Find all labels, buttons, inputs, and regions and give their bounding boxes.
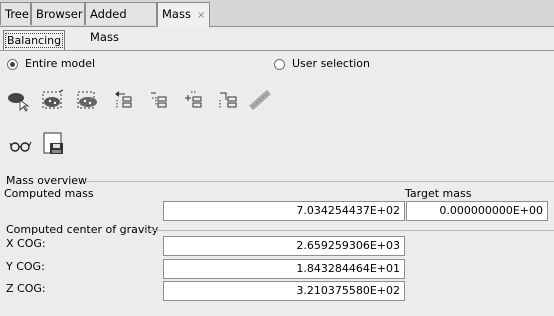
tab-label: Mass bbox=[162, 7, 191, 21]
z-cog-field[interactable]: 3.210375580E+02 bbox=[163, 281, 405, 301]
tab-label: Browser bbox=[36, 7, 83, 21]
tab-balancing[interactable]: Balancing bbox=[3, 30, 66, 51]
target-mass-field[interactable]: 0.000000000E+00 bbox=[406, 201, 548, 221]
cog-title: Computed center of gravity bbox=[6, 223, 159, 236]
user-selection-label: User selection bbox=[292, 57, 371, 70]
computed-mass-label: Computed mass bbox=[4, 187, 94, 200]
x-cog-field[interactable]: 2.659259306E+03 bbox=[163, 236, 405, 256]
select-box-icon[interactable] bbox=[41, 88, 65, 112]
align-x-icon[interactable] bbox=[111, 88, 135, 112]
align-ref-icon[interactable] bbox=[216, 88, 240, 112]
align-z-icon[interactable] bbox=[181, 88, 205, 112]
tab-added-mass[interactable]: Added Mass bbox=[85, 2, 157, 44]
panel-divider bbox=[0, 50, 554, 51]
cog-separator bbox=[143, 230, 554, 231]
tab-browser[interactable]: Browser bbox=[31, 2, 85, 25]
select-elements-icon[interactable] bbox=[6, 88, 30, 112]
subtab-label: Balancing bbox=[4, 33, 64, 48]
computed-mass-field[interactable]: 7.034254437E+02 bbox=[163, 201, 405, 221]
tab-label: Added Mass bbox=[90, 7, 127, 44]
y-cog-label: Y COG: bbox=[6, 260, 45, 273]
tab-bar: Tree Browser Added Mass Mass × bbox=[0, 0, 554, 44]
mass-overview-title: Mass overview bbox=[6, 174, 88, 187]
entire-model-label: Entire model bbox=[25, 57, 96, 70]
save-icon[interactable] bbox=[42, 132, 66, 156]
tab-mass[interactable]: Mass × bbox=[157, 2, 210, 27]
tab-tree[interactable]: Tree bbox=[0, 2, 31, 25]
spring-icon[interactable] bbox=[249, 88, 273, 112]
user-selection-radio[interactable] bbox=[274, 59, 285, 70]
z-cog-label: Z COG: bbox=[6, 282, 46, 295]
y-cog-field[interactable]: 1.843284464E+01 bbox=[163, 259, 405, 279]
select-region-icon[interactable] bbox=[76, 88, 100, 112]
view-glasses-icon[interactable] bbox=[9, 134, 33, 158]
mass-overview-separator bbox=[84, 181, 554, 182]
x-cog-label: X COG: bbox=[6, 237, 46, 250]
tab-label: Tree bbox=[5, 7, 29, 21]
align-y-icon[interactable] bbox=[146, 88, 170, 112]
entire-model-radio[interactable] bbox=[7, 59, 18, 70]
close-icon[interactable]: × bbox=[197, 10, 205, 21]
target-mass-label: Target mass bbox=[405, 187, 472, 200]
